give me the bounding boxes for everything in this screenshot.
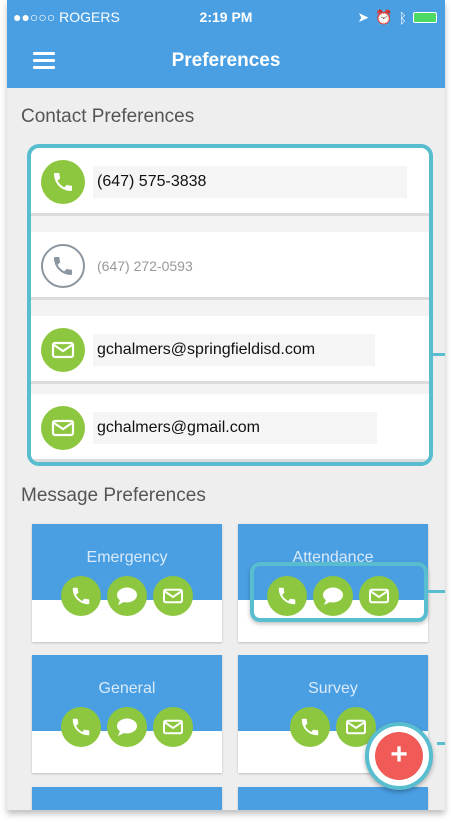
status-icons: ➤ ⏰ ᛒ [357, 9, 437, 26]
message-preferences-title: Message Preferences [21, 485, 206, 506]
channel-highlight [250, 562, 428, 622]
callout-line [433, 353, 445, 356]
tile-label: Emergency [86, 549, 168, 566]
message-tile-partial[interactable] [238, 787, 428, 810]
mail-icon [41, 406, 85, 450]
contact-value[interactable]: gchalmers@springfieldisd.com [93, 334, 375, 366]
message-tile-general[interactable]: General [32, 655, 222, 773]
tile-label: General [98, 680, 156, 697]
battery-icon [413, 12, 437, 23]
tile-label: Survey [308, 680, 358, 697]
mail-icon[interactable] [153, 707, 193, 747]
contact-preferences-title: Contact Preferences [21, 106, 195, 127]
mail-icon [41, 328, 85, 372]
contact-value[interactable]: gchalmers@gmail.com [93, 412, 377, 444]
alarm-icon: ⏰ [375, 9, 393, 25]
contact-preferences-card: (647) 575-3838 (647) 272-0593 gchalmers@… [27, 144, 433, 466]
chat-icon[interactable] [107, 707, 147, 747]
contact-row[interactable]: gchalmers@gmail.com [31, 394, 429, 462]
add-button-highlight: + [365, 722, 433, 790]
status-bar: ●●○○○ ROGERS 2:19 PM ➤ ⏰ ᛒ [7, 9, 445, 29]
location-icon: ➤ [357, 9, 370, 25]
phone-icon[interactable] [61, 707, 101, 747]
chat-icon[interactable] [107, 576, 147, 616]
callout-line [437, 742, 445, 745]
nav-bar: Preferences [7, 40, 445, 84]
contact-value[interactable]: (647) 272-0593 [93, 250, 297, 282]
message-tile-emergency[interactable]: Emergency [32, 524, 222, 642]
message-tile-partial[interactable] [32, 787, 222, 810]
contact-row[interactable]: (647) 272-0593 [31, 232, 429, 300]
bluetooth-icon: ᛒ [398, 9, 407, 26]
contact-value[interactable]: (647) 575-3838 [93, 166, 407, 198]
callout-line [428, 590, 445, 593]
mail-icon[interactable] [153, 576, 193, 616]
top-bar: ●●○○○ ROGERS 2:19 PM ➤ ⏰ ᛒ Preferences [7, 0, 445, 88]
phone-icon[interactable] [290, 707, 330, 747]
add-button[interactable]: + [375, 732, 423, 780]
page-title: Preferences [171, 50, 281, 71]
contact-row[interactable]: (647) 575-3838 [31, 148, 429, 216]
phone-icon[interactable] [61, 576, 101, 616]
contact-row[interactable]: gchalmers@springfieldisd.com [31, 316, 429, 384]
phone-icon [41, 244, 85, 288]
phone-icon [41, 160, 85, 204]
app-screen: ●●○○○ ROGERS 2:19 PM ➤ ⏰ ᛒ Preferences C… [7, 0, 445, 810]
